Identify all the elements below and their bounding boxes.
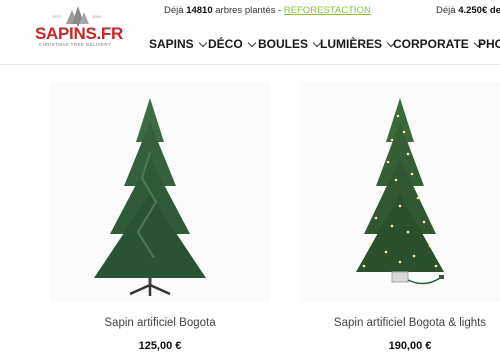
nav-item-deco[interactable]: DÉCO [208,37,256,51]
trees-planted-message: Déjà 14810 arbres plantés - REFORESTACTI… [164,5,371,16]
nav-item-corporate[interactable]: CORPORATE [393,37,483,51]
donation-message: Déjà 4.250€ de d [436,5,500,16]
product-title[interactable]: Sapin artificiel Bogota & lights [300,317,500,329]
lit-christmas-tree-icon [356,98,444,285]
logo-year-right: 1994 [92,14,101,19]
logo-year-left: 1970 [52,14,61,19]
donation-amount: 4.250€ de d [458,5,500,16]
product-image[interactable] [50,82,270,302]
product-title[interactable]: Sapin artificiel Bogota [50,317,270,329]
nav-item-photo[interactable]: PHO [478,37,500,51]
nav-item-lumieres[interactable]: LUMIÈRES [320,37,396,51]
chevron-down-icon [198,38,207,47]
site-logo[interactable]: 1970 1994 SAPINS.FR CHRISTMAS TREE DELIV… [34,4,123,52]
product-price: 125,00 € [138,340,182,352]
logo-trees-icon [66,6,89,26]
chevron-down-icon [247,38,256,47]
logo-tagline: CHRISTMAS TREE DELIVERY [39,42,112,47]
product-image[interactable] [300,82,500,302]
logo-brand: SAPINS.FR [35,24,123,43]
nav-item-boules[interactable]: BOULES [258,37,322,51]
christmas-tree-icon [94,98,206,296]
nav-item-sapins[interactable]: SAPINS [149,37,207,51]
reforestaction-link[interactable]: REFORESTACTION [284,5,371,16]
header-divider [0,64,500,65]
trees-count: 14810 [186,5,213,16]
product-price: 190,00 € [388,340,432,352]
